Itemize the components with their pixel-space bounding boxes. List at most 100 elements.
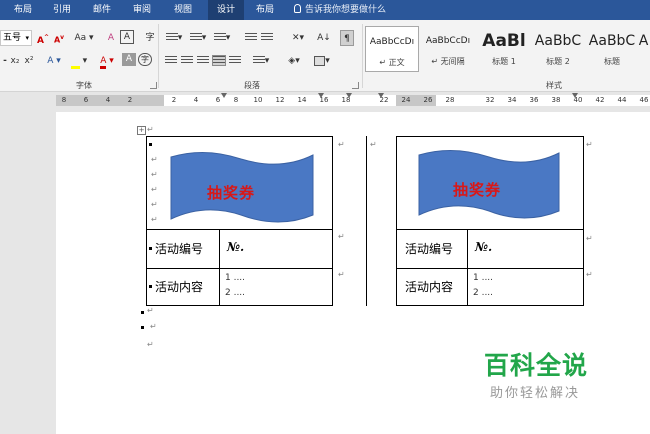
paragraph-mark: ↵ (338, 270, 345, 279)
justify-button[interactable] (212, 53, 226, 69)
decrease-indent-button[interactable] (244, 30, 258, 46)
bullet-mark (149, 285, 152, 288)
align-left-icon (165, 56, 177, 65)
highlight-button[interactable]: ▾ (68, 53, 90, 69)
sort-button[interactable]: A↓ (316, 30, 332, 46)
sort-icon: A↓ (317, 33, 331, 43)
style-heading-1[interactable]: AaBl 标题 1 (477, 26, 531, 72)
paragraph-mark: ↵ (147, 125, 154, 134)
first-line-indent-marker[interactable] (221, 93, 227, 99)
clear-format-button[interactable]: A (104, 30, 118, 46)
number-mark: №. (475, 240, 493, 254)
tab-mailings[interactable]: 邮件 (89, 0, 115, 20)
style-title[interactable]: AaBbC 标题 (585, 26, 639, 72)
ruler-tick: 12 (275, 96, 285, 104)
style-preview: A (638, 33, 649, 49)
paragraph-mark: ↵ (147, 340, 154, 349)
align-right-button[interactable] (196, 53, 210, 69)
ruler-tick: 6 (83, 96, 89, 104)
styles-gallery: AaBbCcDı ↵ 正文 AaBbCcDı ↵ 无间隔 AaBl 标题 1 A… (365, 24, 650, 76)
multilevel-list-button[interactable]: ▾ (212, 30, 232, 46)
shading-button[interactable]: ◈▾ (282, 53, 306, 69)
table-row-border (147, 268, 332, 269)
grow-font-button[interactable]: A^ (36, 30, 50, 46)
distribute-button[interactable] (228, 53, 242, 69)
style-name: ↵ 正文 (379, 58, 405, 67)
right-indent-marker[interactable] (572, 93, 578, 99)
paragraph-mark: ↵ (586, 140, 593, 149)
font-color-button[interactable]: A ▾ (96, 53, 118, 69)
subscript-glyph: x₂ (10, 56, 20, 66)
paragraph-mark: ↵ (338, 232, 345, 241)
tab-references[interactable]: 引用 (49, 0, 75, 20)
ruler-tick: 36 (529, 96, 539, 104)
superscript-glyph: x² (24, 56, 34, 66)
style-no-spacing[interactable]: AaBbCcDı ↵ 无间隔 (421, 26, 475, 72)
font-dialog-launcher[interactable] (150, 82, 157, 89)
font-size-select[interactable]: 五号 ▾ (0, 30, 32, 46)
ruler-tick: 44 (617, 96, 627, 104)
line-spacing-button[interactable]: ▾ (250, 53, 272, 69)
chinese-layout-button[interactable]: ✕▾ (286, 30, 310, 46)
ruler-tick: 10 (253, 96, 263, 104)
align-center-button[interactable] (180, 53, 194, 69)
tab-table-layout[interactable]: 布局 (250, 0, 280, 20)
table-move-handle[interactable]: + (137, 126, 146, 135)
right-indent-marker[interactable] (318, 93, 324, 99)
ticket-table-right[interactable]: 抽奖券 活动编号 №. 活动内容 1 .... 2 .... (396, 136, 584, 306)
table-column-border (219, 229, 220, 305)
style-more[interactable]: A (637, 26, 650, 72)
distribute-icon (229, 56, 241, 65)
paragraph-mark: ↵ (370, 140, 377, 149)
column-marker[interactable] (346, 93, 352, 99)
ticket-table-left[interactable]: 抽奖券 ↵ ↵ ↵ ↵ ↵ 活动编号 №. 活动内容 1 .... 2 .... (146, 136, 333, 306)
multilevel-list-icon (213, 33, 226, 42)
tell-me-search[interactable]: 告诉我你想要做什么 (294, 0, 386, 20)
paragraph-group-label: 段落 (244, 81, 260, 90)
ruler-tick: 46 (639, 96, 649, 104)
bullets-button[interactable]: ▾ (164, 30, 184, 46)
paragraph-mark: ↵ (586, 234, 593, 243)
subscript-button[interactable]: x₂ (8, 53, 22, 69)
show-marks-button[interactable]: ¶ (340, 30, 354, 46)
paragraph-mark: ↵ (338, 140, 345, 149)
number-mark: №. (227, 240, 245, 254)
enclose-circle-glyph: 字 (141, 55, 149, 64)
tab-view[interactable]: 视图 (170, 0, 196, 20)
ruler-tick: 2 (127, 96, 133, 104)
ruler-tick: 8 (61, 96, 67, 104)
ruler-tick: 32 (485, 96, 495, 104)
enclose-circle-button[interactable]: 字 (138, 53, 152, 66)
paragraph-mark: ↵ (151, 215, 158, 224)
document-background (0, 108, 56, 434)
tab-layout[interactable]: 布局 (10, 0, 36, 20)
enclose-char-button[interactable]: 字 (140, 30, 160, 46)
paragraph-mark: ↵ (586, 270, 593, 279)
border-icon (314, 55, 326, 66)
ruler-tick: 4 (105, 96, 111, 104)
char-border-button[interactable]: A (120, 30, 134, 44)
ribbon-tab-bar: 布局 引用 邮件 审阅 视图 设计 布局 告诉我你想要做什么 (0, 0, 650, 20)
numbering-button[interactable]: ▾ (188, 30, 208, 46)
tab-design[interactable]: 设计 (208, 0, 245, 20)
lightbulb-icon (294, 4, 301, 13)
bullets-icon (165, 33, 178, 42)
increase-indent-button[interactable] (260, 30, 274, 46)
style-name: 标题 (604, 57, 620, 66)
text-effect-button[interactable]: A ▾ (44, 53, 64, 69)
superscript-button[interactable]: x² (22, 53, 36, 69)
align-left-button[interactable] (164, 53, 178, 69)
table-row-border (147, 229, 332, 230)
style-normal[interactable]: AaBbCcDı ↵ 正文 (365, 26, 419, 72)
style-heading-2[interactable]: AaBbC 标题 2 (531, 26, 585, 72)
watermark-subtitle: 助你轻松解决 (490, 386, 581, 401)
shrink-font-button[interactable]: Av (52, 30, 66, 46)
borders-button[interactable]: ▾ (310, 53, 334, 69)
tab-review[interactable]: 审阅 (129, 0, 155, 20)
change-case-button[interactable]: Aa ▾ (72, 30, 96, 46)
enclose-char-glyph: 字 (145, 33, 155, 43)
paragraph-dialog-launcher[interactable] (352, 82, 359, 89)
char-shading-button[interactable]: A (122, 53, 136, 66)
horizontal-ruler[interactable]: 8 6 4 2 2 4 6 8 10 12 14 16 18 22 24 26 … (56, 93, 650, 106)
column-marker[interactable] (378, 93, 384, 99)
